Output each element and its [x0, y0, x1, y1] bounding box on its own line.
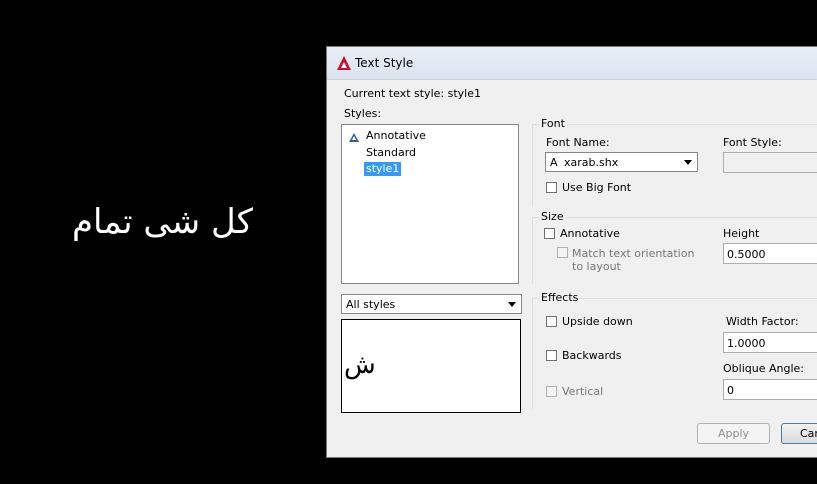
width-factor-input[interactable]: 1.0000 [723, 332, 817, 353]
autocad-logo-icon [337, 56, 351, 70]
preview-glyph: ش [344, 350, 376, 380]
list-item-style1[interactable]: style1 [342, 162, 518, 176]
list-item-annotative[interactable]: Annotative [342, 129, 518, 143]
match-orientation-checkbox[interactable] [557, 247, 568, 258]
height-input[interactable]: 0.5000 [723, 243, 817, 264]
size-annotative-label: Annotative [560, 227, 620, 240]
backwards-checkbox[interactable] [546, 350, 557, 361]
annotative-icon [349, 133, 359, 142]
backwards-label: Backwards [562, 349, 622, 362]
font-name-label: Font Name: [546, 136, 610, 149]
styles-filter-select[interactable]: All styles [341, 294, 522, 314]
dialog-titlebar[interactable]: Text Style [327, 47, 817, 80]
vertical-label: Vertical [562, 385, 604, 398]
height-value: 0.5000 [727, 248, 766, 261]
cancel-button[interactable]: Can [781, 423, 817, 444]
oblique-angle-input[interactable]: 0 [723, 379, 817, 400]
current-style-caption: Current text style: [344, 87, 445, 100]
current-style-value: style1 [447, 87, 481, 100]
font-group-title: Font [539, 117, 567, 130]
font-name-select[interactable]: xarab.shx A [545, 152, 698, 172]
list-item-label: Standard [366, 146, 417, 159]
size-group-title: Size [539, 210, 566, 223]
upside-down-checkbox[interactable] [546, 316, 557, 327]
list-item-label: style1 [364, 162, 402, 176]
upside-down-label: Upside down [562, 315, 633, 328]
effects-group-title: Effects [539, 291, 581, 304]
list-item-standard[interactable]: Standard [342, 146, 518, 160]
list-item-label: Annotative [366, 129, 426, 142]
oblique-angle-label: Oblique Angle: [723, 362, 804, 375]
styles-filter-value: All styles [346, 298, 396, 311]
shx-font-icon: A [550, 156, 558, 169]
oblique-angle-value: 0 [727, 384, 734, 397]
width-factor-value: 1.0000 [727, 337, 766, 350]
dialog-title: Text Style [355, 56, 414, 70]
size-annotative-checkbox[interactable] [544, 228, 555, 239]
drawing-canvas-text: كل شى تمام [72, 202, 253, 242]
use-big-font-checkbox[interactable] [546, 182, 557, 193]
font-style-label: Font Style: [723, 136, 782, 149]
style-preview: ش [341, 319, 521, 413]
styles-listbox[interactable]: Annotative Standard style1 [341, 124, 519, 284]
font-name-value: xarab.shx [564, 156, 619, 169]
styles-label: Styles: [344, 107, 382, 120]
text-style-dialog: Text Style Current text style: style1 St… [326, 46, 817, 458]
current-style-label: Current text style: style1 [344, 87, 481, 100]
chevron-down-icon [684, 160, 692, 165]
chevron-down-icon [508, 302, 516, 307]
height-label: Height [723, 227, 760, 240]
use-big-font-label: Use Big Font [562, 181, 632, 194]
width-factor-label: Width Factor: [726, 315, 799, 328]
vertical-checkbox[interactable] [546, 386, 557, 397]
font-style-select[interactable] [723, 152, 817, 173]
apply-button[interactable]: Apply [697, 423, 770, 444]
match-orientation-label-line1: Match text orientation [572, 247, 695, 260]
match-orientation-label-line2: to layout [572, 260, 621, 273]
